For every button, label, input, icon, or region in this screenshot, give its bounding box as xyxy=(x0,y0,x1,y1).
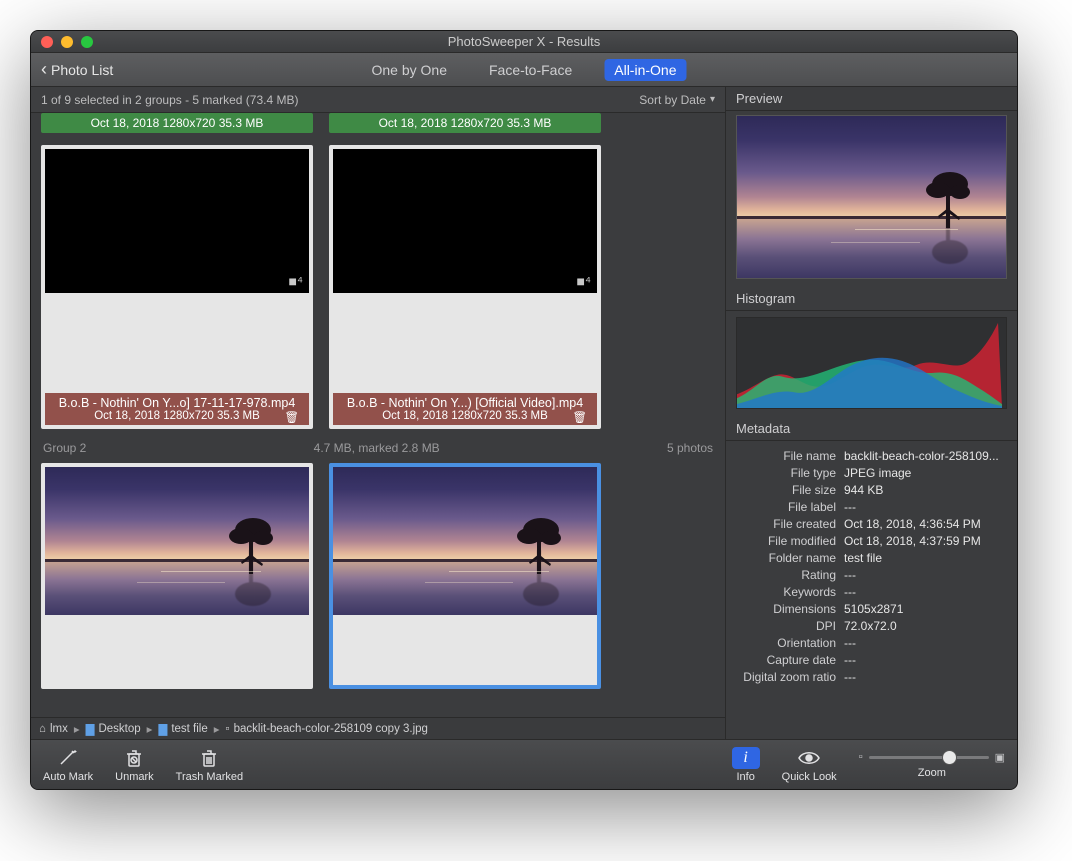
quick-look-button[interactable]: Quick Look xyxy=(782,747,837,783)
photo-thumbnail xyxy=(45,467,309,615)
metadata-row: Orientation--- xyxy=(732,634,1011,651)
trash-icon xyxy=(199,747,219,769)
zoom-window-button[interactable] xyxy=(81,36,93,48)
info-button[interactable]: i Info xyxy=(732,747,760,783)
breadcrumb-file[interactable]: ▫backlit-beach-color-258109 copy 3.jpg xyxy=(226,723,428,735)
breadcrumb-item[interactable]: ▇Desktop xyxy=(86,722,141,736)
metadata-row: File createdOct 18, 2018, 4:36:54 PM xyxy=(732,515,1011,532)
tab-one-by-one[interactable]: One by One xyxy=(362,59,458,81)
video-thumbnail: ■⁴ xyxy=(45,149,309,293)
zoom-control: ▫ ▣ Zoom xyxy=(859,751,1005,779)
chevron-right-icon: ▸ xyxy=(74,722,80,736)
metadata-row: Digital zoom ratio--- xyxy=(732,668,1011,685)
window-title: PhotoSweeper X - Results xyxy=(31,34,1017,49)
preview-image xyxy=(736,115,1007,279)
titlebar: PhotoSweeper X - Results xyxy=(31,31,1017,53)
tab-face-to-face[interactable]: Face-to-Face xyxy=(479,59,582,81)
trash-marked-button[interactable]: Trash Marked xyxy=(176,747,243,783)
info-icon: i xyxy=(732,747,760,769)
metadata-table: File namebacklit-beach-color-258109... F… xyxy=(726,445,1017,691)
result-card[interactable]: ■⁴ B.o.B - Nothin' On Y...) [Official Vi… xyxy=(329,145,601,429)
marked-meta-bar: B.o.B - Nothin' On Y...o] 17-11-17-978.m… xyxy=(45,393,309,425)
breadcrumb: ⌂lmx ▸ ▇Desktop ▸ ▇test file ▸ ▫backlit-… xyxy=(31,717,725,739)
result-card[interactable] xyxy=(41,463,313,689)
metadata-row: Rating--- xyxy=(732,566,1011,583)
inspector-pane: Preview Histogram Metadata xyxy=(725,87,1017,739)
histogram-section-title: Histogram xyxy=(726,285,1017,310)
metadata-row: Dimensions5105x2871 xyxy=(732,600,1011,617)
app-window: PhotoSweeper X - Results ‹ Photo List On… xyxy=(30,30,1018,790)
kept-meta-bar: Oct 18, 2018 1280x720 35.3 MB xyxy=(329,113,601,133)
trash-icon[interactable]: 🗑 xyxy=(284,410,299,424)
file-icon: ▫ xyxy=(226,723,230,735)
zoom-max-icon[interactable]: ▣ xyxy=(995,751,1005,764)
video-icon: ■⁴ xyxy=(289,273,303,289)
breadcrumb-item[interactable]: ▇test file xyxy=(158,722,207,736)
bottom-toolbar: Auto Mark Unmark Trash Marked i Info Qui… xyxy=(31,739,1017,789)
kept-meta-bar: Oct 18, 2018 1280x720 35.3 MB xyxy=(41,113,313,133)
metadata-row: File size944 KB xyxy=(732,481,1011,498)
chevron-right-icon: ▸ xyxy=(147,722,153,736)
wand-icon xyxy=(57,747,79,769)
metadata-row: File typeJPEG image xyxy=(732,464,1011,481)
result-card-selected[interactable] xyxy=(329,463,601,689)
filename-label: B.o.B - Nothin' On Y...) [Official Video… xyxy=(339,396,591,410)
view-mode-tabs: One by One Face-to-Face All-in-One xyxy=(362,59,687,81)
video-thumbnail: ■⁴ xyxy=(333,149,597,293)
group-title: Group 2 xyxy=(43,441,86,455)
marked-meta-bar: B.o.B - Nothin' On Y...) [Official Video… xyxy=(333,393,597,425)
metadata-row: Keywords--- xyxy=(732,583,1011,600)
metadata-row: File namebacklit-beach-color-258109... xyxy=(732,447,1011,464)
chevron-left-icon: ‹ xyxy=(41,60,47,78)
back-label: Photo List xyxy=(51,62,113,78)
sort-menu[interactable]: Sort by Date ▾ xyxy=(639,93,715,107)
preview-section-title: Preview xyxy=(726,87,1017,110)
metadata-row: Folder nametest file xyxy=(732,549,1011,566)
metadata-row: Capture date--- xyxy=(732,651,1011,668)
chevron-right-icon: ▸ xyxy=(214,722,220,736)
photo-thumbnail xyxy=(333,467,597,615)
group-header: Group 2 4.7 MB, marked 2.8 MB 5 photos xyxy=(41,429,715,461)
trash-icon[interactable]: 🗑 xyxy=(572,410,587,424)
zoom-slider-thumb[interactable] xyxy=(943,751,956,764)
metadata-section-title: Metadata xyxy=(726,415,1017,440)
file-meta: Oct 18, 2018 1280x720 35.3 MB xyxy=(382,410,548,422)
group-mid: 4.7 MB, marked 2.8 MB xyxy=(314,441,440,455)
close-window-button[interactable] xyxy=(41,36,53,48)
auto-mark-button[interactable]: Auto Mark xyxy=(43,747,93,783)
histogram-chart xyxy=(736,317,1007,409)
back-button[interactable]: ‹ Photo List xyxy=(41,62,113,78)
selection-status: 1 of 9 selected in 2 groups - 5 marked (… xyxy=(41,93,298,107)
unmark-button[interactable]: Unmark xyxy=(115,747,154,783)
metadata-row: DPI72.0x72.0 xyxy=(732,617,1011,634)
video-icon: ■⁴ xyxy=(577,273,591,289)
metadata-row: File modifiedOct 18, 2018, 4:37:59 PM xyxy=(732,532,1011,549)
filename-label: B.o.B - Nothin' On Y...o] 17-11-17-978.m… xyxy=(51,396,303,410)
file-meta: Oct 18, 2018 1280x720 35.3 MB xyxy=(94,410,260,422)
group-count: 5 photos xyxy=(667,441,713,455)
zoom-min-icon[interactable]: ▫ xyxy=(859,751,863,763)
results-pane: 1 of 9 selected in 2 groups - 5 marked (… xyxy=(31,87,725,739)
sort-label: Sort by Date xyxy=(639,93,706,107)
result-card[interactable]: ■⁴ B.o.B - Nothin' On Y...o] 17-11-17-97… xyxy=(41,145,313,429)
top-toolbar: ‹ Photo List One by One Face-to-Face All… xyxy=(31,53,1017,87)
chevron-down-icon: ▾ xyxy=(710,94,715,105)
minimize-window-button[interactable] xyxy=(61,36,73,48)
breadcrumb-home[interactable]: ⌂lmx xyxy=(39,723,68,735)
tab-all-in-one[interactable]: All-in-One xyxy=(604,59,686,81)
metadata-row: File label--- xyxy=(732,498,1011,515)
status-bar: 1 of 9 selected in 2 groups - 5 marked (… xyxy=(31,87,725,113)
home-icon: ⌂ xyxy=(39,723,46,735)
folder-icon: ▇ xyxy=(158,722,167,736)
zoom-slider[interactable] xyxy=(869,756,989,759)
eye-icon xyxy=(797,747,821,769)
folder-icon: ▇ xyxy=(86,722,95,736)
unmark-icon xyxy=(124,747,144,769)
